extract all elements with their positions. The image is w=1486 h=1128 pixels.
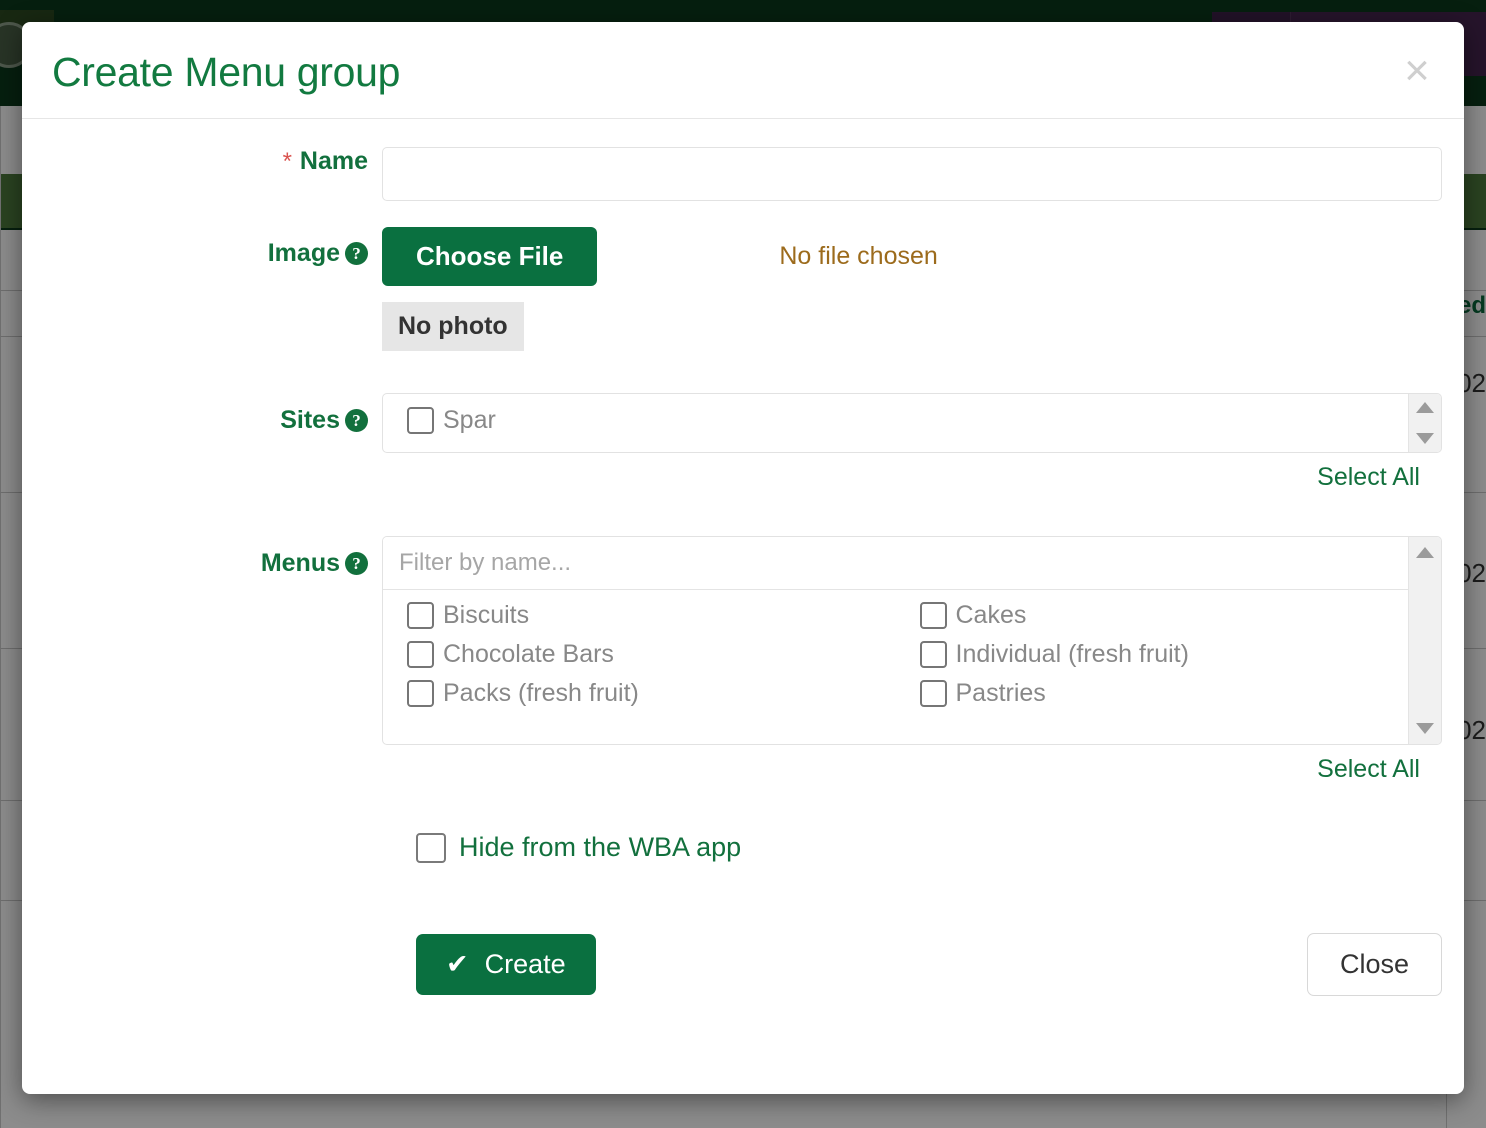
sites-label: Sites? <box>22 393 382 435</box>
field-row-image: Image? Choose File No file chosen No pho… <box>22 227 1464 351</box>
menus-label-text: Menus <box>260 549 340 577</box>
checkbox-icon[interactable] <box>407 602 434 629</box>
field-row-sites: Sites? Spar Select All <box>22 393 1464 492</box>
field-row-name: * Name <box>22 147 1464 201</box>
menus-filter-input[interactable] <box>383 537 1408 590</box>
close-icon[interactable]: × <box>1394 48 1440 94</box>
help-icon[interactable]: ? <box>345 409 368 432</box>
create-button[interactable]: ✔ Create <box>416 934 596 995</box>
menus-option-label: Biscuits <box>443 601 530 629</box>
checkbox-icon[interactable] <box>416 832 446 863</box>
menus-listbox[interactable]: Biscuits Cakes Chocolate Bars Indiv <box>382 536 1442 745</box>
image-control: Choose File No file chosen No photo <box>382 227 1464 351</box>
sites-select-all-link[interactable]: Select All <box>1317 463 1420 491</box>
scroll-down-icon[interactable] <box>1416 433 1434 444</box>
scroll-down-icon[interactable] <box>1416 723 1434 734</box>
menus-option-pastries[interactable]: Pastries <box>896 674 1409 713</box>
sites-select-all: Select All <box>382 463 1442 492</box>
name-label: * Name <box>22 147 382 176</box>
create-button-label: Create <box>484 949 566 979</box>
hide-from-app-label: Hide from the WBA app <box>459 832 742 862</box>
hide-from-app-row[interactable]: Hide from the WBA app <box>416 832 1464 863</box>
name-control <box>382 147 1464 201</box>
menus-option-label: Cakes <box>955 601 1027 629</box>
menus-option-cakes[interactable]: Cakes <box>896 596 1409 635</box>
checkbox-icon[interactable] <box>407 407 434 434</box>
sites-option-label: Spar <box>443 406 496 434</box>
close-button[interactable]: Close <box>1306 933 1442 996</box>
check-icon: ✔ <box>446 949 469 979</box>
sites-scrollbar[interactable] <box>1408 394 1441 452</box>
menus-scrollbar[interactable] <box>1408 537 1441 744</box>
checkbox-icon[interactable] <box>407 641 434 668</box>
checkbox-icon[interactable] <box>407 680 434 707</box>
menus-label: Menus? <box>22 536 382 578</box>
sites-listbox[interactable]: Spar <box>382 393 1442 453</box>
field-row-menus: Menus? Biscuits Cakes <box>22 536 1464 784</box>
menus-option-label: Individual (fresh fruit) <box>955 640 1189 668</box>
scroll-up-icon[interactable] <box>1416 547 1434 558</box>
menus-option-label: Packs (fresh fruit) <box>443 679 639 707</box>
no-photo-placeholder: No photo <box>382 302 524 351</box>
menus-option-biscuits[interactable]: Biscuits <box>383 596 896 635</box>
sites-label-text: Sites <box>280 406 340 434</box>
required-asterisk: * <box>282 148 292 175</box>
dialog-title: Create Menu group <box>52 49 401 95</box>
menus-option-grid: Biscuits Cakes Chocolate Bars Individual… <box>383 590 1408 713</box>
checkbox-icon[interactable] <box>919 602 947 629</box>
create-menu-group-dialog: Create Menu group × * Name Image? Choose … <box>22 22 1464 1094</box>
menus-select-all: Select All <box>382 755 1442 784</box>
menus-option-label: Chocolate Bars <box>443 640 614 668</box>
scroll-up-icon[interactable] <box>1416 402 1434 413</box>
menus-option-label: Pastries <box>955 679 1046 707</box>
choose-file-button[interactable]: Choose File <box>382 227 598 286</box>
menus-option-packs-fresh-fruit[interactable]: Packs (fresh fruit) <box>383 674 896 713</box>
name-label-text: Name <box>299 147 368 175</box>
menus-option-individual-fresh-fruit[interactable]: Individual (fresh fruit) <box>896 635 1409 674</box>
no-file-chosen-text: No file chosen <box>779 242 938 270</box>
dialog-header: Create Menu group × <box>22 22 1464 119</box>
sites-control: Spar Select All <box>382 393 1464 492</box>
checkbox-icon[interactable] <box>919 641 947 668</box>
menus-control: Biscuits Cakes Chocolate Bars Indiv <box>382 536 1464 784</box>
image-label-text: Image <box>267 239 340 267</box>
menus-select-all-link[interactable]: Select All <box>1317 755 1420 783</box>
help-icon[interactable]: ? <box>345 552 368 575</box>
dialog-body: * Name Image? Choose File No file chosen … <box>22 147 1464 996</box>
checkbox-icon[interactable] <box>919 680 947 707</box>
help-icon[interactable]: ? <box>345 242 368 265</box>
name-input[interactable] <box>382 147 1442 201</box>
dialog-footer: ✔ Create Close <box>416 933 1442 996</box>
menus-option-chocolate-bars[interactable]: Chocolate Bars <box>383 635 896 674</box>
image-label: Image? <box>22 227 382 268</box>
sites-option-spar[interactable]: Spar <box>383 394 1441 435</box>
